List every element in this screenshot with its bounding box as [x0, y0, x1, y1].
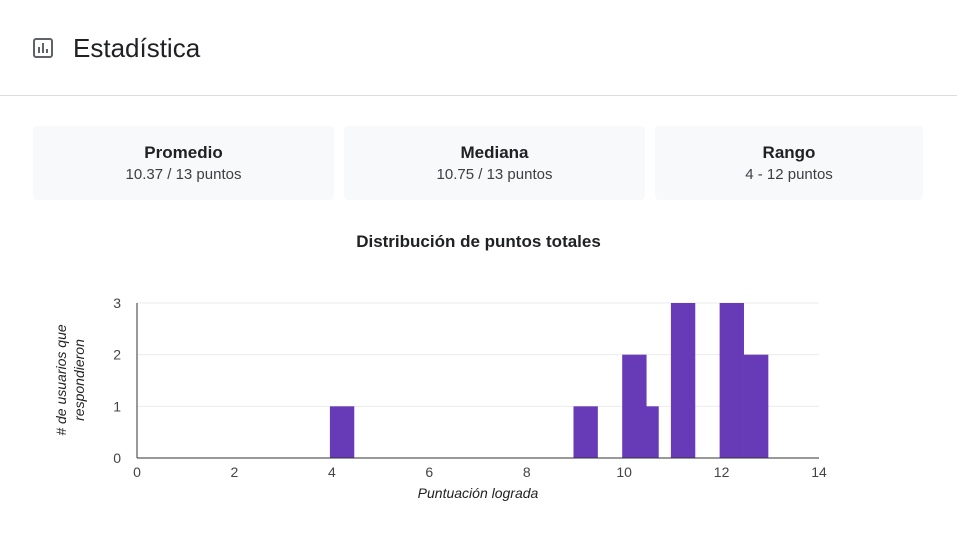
y-tick-label: 1 [113, 398, 121, 414]
y-tick-label: 0 [113, 450, 121, 466]
histogram-bar [670, 303, 696, 458]
histogram-bar [329, 406, 355, 458]
x-tick-label: 0 [133, 464, 141, 480]
x-tick-label: 8 [523, 464, 531, 480]
histogram-bar [719, 303, 744, 458]
x-tick-label: 10 [616, 464, 632, 480]
histogram-chart: 01230 2 4 6 8 10 12 14 Puntuación lograda # de … [53, 295, 827, 501]
y-tick-label: 3 [113, 295, 121, 311]
x-tick-label: 14 [811, 464, 827, 480]
statistics-card: Estadística Promedio 10.37 / 13 puntos M… [0, 0, 957, 533]
histogram-bar [743, 354, 769, 458]
x-tick-label: 12 [714, 464, 730, 480]
histogram-bar [573, 406, 598, 458]
x-tick-label: 2 [231, 464, 239, 480]
x-tick-label: 6 [425, 464, 433, 480]
y-tick-label: 2 [113, 347, 121, 363]
x-axis-label: Puntuación lograda [418, 485, 539, 501]
x-tick-label: 4 [328, 464, 336, 480]
histogram-bar [634, 406, 659, 458]
y-axis-label: respondieron [71, 339, 87, 421]
y-axis-label: # de usuarios que [53, 324, 69, 436]
